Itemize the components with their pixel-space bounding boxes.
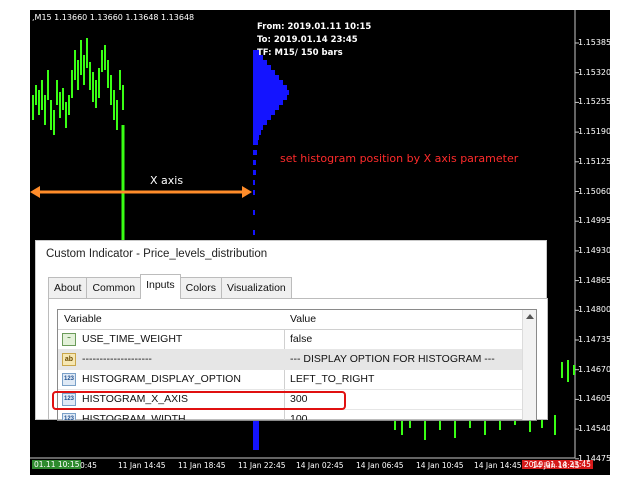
histogram-bar	[253, 230, 255, 235]
column-value-header[interactable]: Value	[290, 313, 316, 325]
histogram-bar	[253, 170, 256, 175]
time-tick-label: 14 Jan 18:45	[532, 461, 580, 470]
tab-inputs[interactable]: Inputs	[140, 274, 181, 299]
tab-common[interactable]: Common	[86, 277, 142, 298]
price-tick-label: 1.14670	[578, 364, 612, 374]
tab-colors[interactable]: Colors	[179, 277, 223, 298]
histogram-bar	[253, 80, 283, 85]
histogram-bar	[253, 150, 257, 155]
time-tick-label: 14 Jan 10:45	[416, 461, 464, 470]
input-row[interactable]: 123 HISTOGRAM_DISPLAY_OPTION LEFT_TO_RIG…	[58, 370, 536, 390]
price-tick-label: 1.14475	[578, 453, 612, 463]
histogram-bar	[253, 95, 287, 100]
int-icon: 123	[62, 373, 76, 386]
highlight-x-axis-row	[52, 391, 346, 410]
price-tick-label: 1.14540	[578, 424, 612, 434]
histogram-bar	[253, 130, 261, 135]
price-tick-label: 1.14800	[578, 305, 612, 315]
time-tick-label: 14 Jan 02:45	[296, 461, 344, 470]
variable-value[interactable]: 100	[290, 413, 308, 420]
variable-name: HISTOGRAM_WIDTH	[82, 413, 186, 421]
annotation-text: set histogram position by X axis paramet…	[280, 152, 519, 165]
column-variable-header[interactable]: Variable	[64, 313, 102, 325]
variable-name: HISTOGRAM_DISPLAY_OPTION	[82, 373, 241, 385]
time-tick-label: 0:45	[80, 461, 97, 470]
input-row[interactable]: ~ USE_TIME_WEIGHT false	[58, 330, 536, 350]
histogram-bar	[253, 65, 271, 70]
histogram-bar	[253, 110, 275, 115]
tab-visualization[interactable]: Visualization	[221, 277, 292, 298]
int-icon: 123	[62, 413, 76, 420]
histogram-bar	[253, 70, 275, 75]
price-tick-label: 1.14605	[578, 394, 612, 404]
price-tick-label: 1.14995	[578, 216, 612, 226]
info-to: To: 2019.01.14 23:45	[257, 35, 358, 45]
time-tick-label: 14 Jan 14:45	[474, 461, 522, 470]
price-tick-label: 1.15320	[578, 67, 612, 77]
time-tick-label: 11 Jan 14:45	[118, 461, 166, 470]
histogram-bar	[253, 180, 255, 185]
price-tick-label: 1.15060	[578, 186, 612, 196]
info-from: From: 2019.01.11 10:15	[257, 22, 372, 32]
arrow-right-icon	[242, 186, 252, 198]
histogram-bar	[253, 60, 267, 65]
variable-value[interactable]: --- DISPLAY OPTION FOR HISTOGRAM ---	[290, 353, 495, 365]
variable-name: --------------------	[82, 353, 152, 365]
histogram-bar	[253, 115, 271, 120]
input-row[interactable]: 123 HISTOGRAM_WIDTH 100	[58, 410, 536, 421]
info-tf: TF: M15/ 150 bars	[257, 48, 343, 58]
dialog-title: Custom Indicator - Price_levels_distribu…	[46, 248, 268, 260]
variable-value[interactable]: false	[290, 333, 312, 345]
x-axis-label: X axis	[150, 174, 184, 187]
price-tick-label: 1.15255	[578, 97, 612, 107]
bool-icon: ~	[62, 333, 76, 346]
screenshot-stage: ,M15 1.13660 1.13660 1.13648 1.13648 Fro…	[0, 0, 640, 480]
price-tick-label: 1.15190	[578, 127, 612, 137]
time-start-badge: 01.11 10:15	[32, 460, 82, 469]
histogram-bar	[253, 160, 256, 165]
histogram-bar	[253, 120, 267, 125]
histogram-bar	[253, 75, 279, 80]
price-tick-label: 1.14865	[578, 275, 612, 285]
arrow-left-icon	[30, 186, 40, 198]
histogram-bar	[253, 420, 259, 450]
grid-scrollbar[interactable]	[522, 310, 536, 420]
chart-header: ,M15 1.13660 1.13660 1.13648 1.13648	[32, 13, 195, 22]
variable-value[interactable]: LEFT_TO_RIGHT	[290, 373, 374, 385]
time-tick-label: 11 Jan 18:45	[178, 461, 226, 470]
histogram-bar	[253, 140, 258, 145]
variable-name: USE_TIME_WEIGHT	[82, 333, 183, 345]
histogram-bar	[253, 125, 263, 130]
histogram-bar	[253, 100, 283, 105]
price-tick-label: 1.14735	[578, 335, 612, 344]
tab-about[interactable]: About	[48, 277, 88, 298]
string-icon: ab	[62, 353, 76, 366]
scroll-up-icon[interactable]	[526, 314, 534, 319]
histogram-bar	[253, 105, 279, 110]
histogram-bar	[253, 85, 287, 90]
grid-header: Variable Value	[58, 310, 536, 330]
price-tick-label: 1.14930	[578, 245, 612, 255]
input-row[interactable]: ab -------------------- --- DISPLAY OPTI…	[58, 350, 536, 370]
histogram-bar	[253, 90, 289, 95]
time-tick-label: 11 Jan 22:45	[238, 461, 286, 470]
histogram-bar	[253, 210, 255, 215]
time-tick-label: 14 Jan 06:45	[356, 461, 404, 470]
histogram-bar	[253, 190, 255, 195]
price-tick-label: 1.15125	[578, 156, 612, 166]
dialog-tabs: About Common Inputs Colors Visualization	[48, 274, 292, 299]
price-tick-label: 1.15385	[578, 38, 612, 47]
histogram-bar	[253, 135, 259, 140]
